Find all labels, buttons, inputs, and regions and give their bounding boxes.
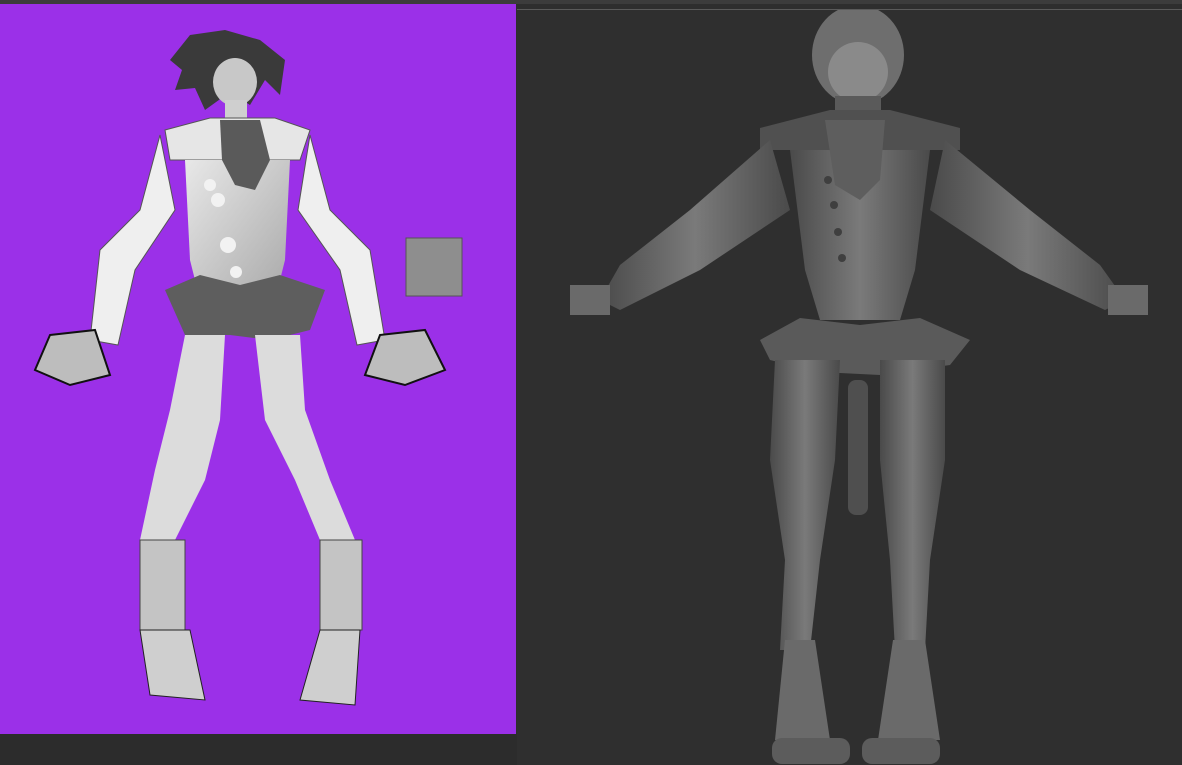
sculpt-model-figure	[570, 10, 1148, 764]
sculpt-viewport	[517, 10, 1182, 765]
concept-art-canvas	[0, 4, 516, 734]
canvas-bottom-strip	[0, 734, 517, 765]
concept-sketch-figure	[33, 30, 463, 706]
